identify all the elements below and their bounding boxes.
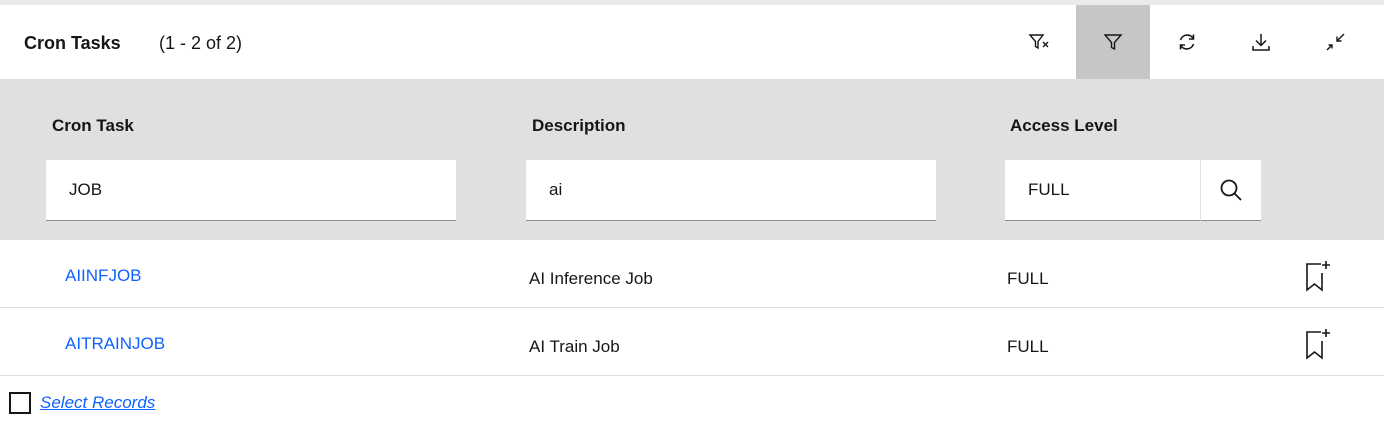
description-filter-input[interactable] — [526, 160, 936, 221]
minimize-button[interactable] — [1298, 5, 1372, 79]
description-cell: AI Inference Job — [529, 269, 653, 288]
clear-filter-button[interactable] — [1002, 5, 1076, 79]
download-icon — [1252, 34, 1270, 51]
filter-search-button[interactable] — [1200, 160, 1261, 221]
bookmark-button[interactable] — [1304, 259, 1332, 293]
column-header-description[interactable]: Description — [532, 116, 626, 136]
table-toolbar: Cron Tasks (1 - 2 of 2) — [0, 5, 1384, 79]
search-icon — [1220, 179, 1242, 201]
bookmark-add-icon — [1306, 261, 1330, 292]
cron-task-link[interactable]: AITRAINJOB — [65, 334, 165, 354]
description-cell: AI Train Job — [529, 337, 620, 356]
refresh-icon — [1179, 34, 1195, 50]
table-title: Cron Tasks — [24, 33, 121, 53]
cron-task-filter-input[interactable] — [46, 160, 456, 221]
refresh-button[interactable] — [1150, 5, 1224, 79]
bookmark-button[interactable] — [1304, 327, 1332, 361]
select-records-checkbox[interactable] — [9, 392, 31, 414]
filter-icon — [1103, 34, 1123, 51]
right-edge — [1384, 0, 1390, 424]
download-button[interactable] — [1224, 5, 1298, 79]
select-records: Select Records — [9, 392, 155, 414]
access-level-filter-input[interactable] — [1005, 160, 1200, 221]
access-level-cell: FULL — [1007, 337, 1049, 356]
filter-button[interactable] — [1076, 5, 1150, 79]
table-row: AIINFJOB AI Inference Job FULL — [0, 240, 1384, 308]
filter-row: Cron Task Description Access Level — [0, 79, 1384, 240]
select-records-link[interactable]: Select Records — [40, 393, 155, 413]
cron-task-link[interactable]: AIINFJOB — [65, 266, 142, 286]
table-row: AITRAINJOB AI Train Job FULL — [0, 308, 1384, 376]
bookmark-add-icon — [1306, 329, 1330, 360]
minimize-icon — [1326, 33, 1345, 51]
clear-filter-icon — [1028, 34, 1049, 50]
column-header-access-level[interactable]: Access Level — [1010, 116, 1118, 136]
column-header-cron-task[interactable]: Cron Task — [52, 116, 134, 136]
record-count: (1 - 2 of 2) — [159, 33, 243, 53]
access-level-cell: FULL — [1007, 269, 1049, 288]
